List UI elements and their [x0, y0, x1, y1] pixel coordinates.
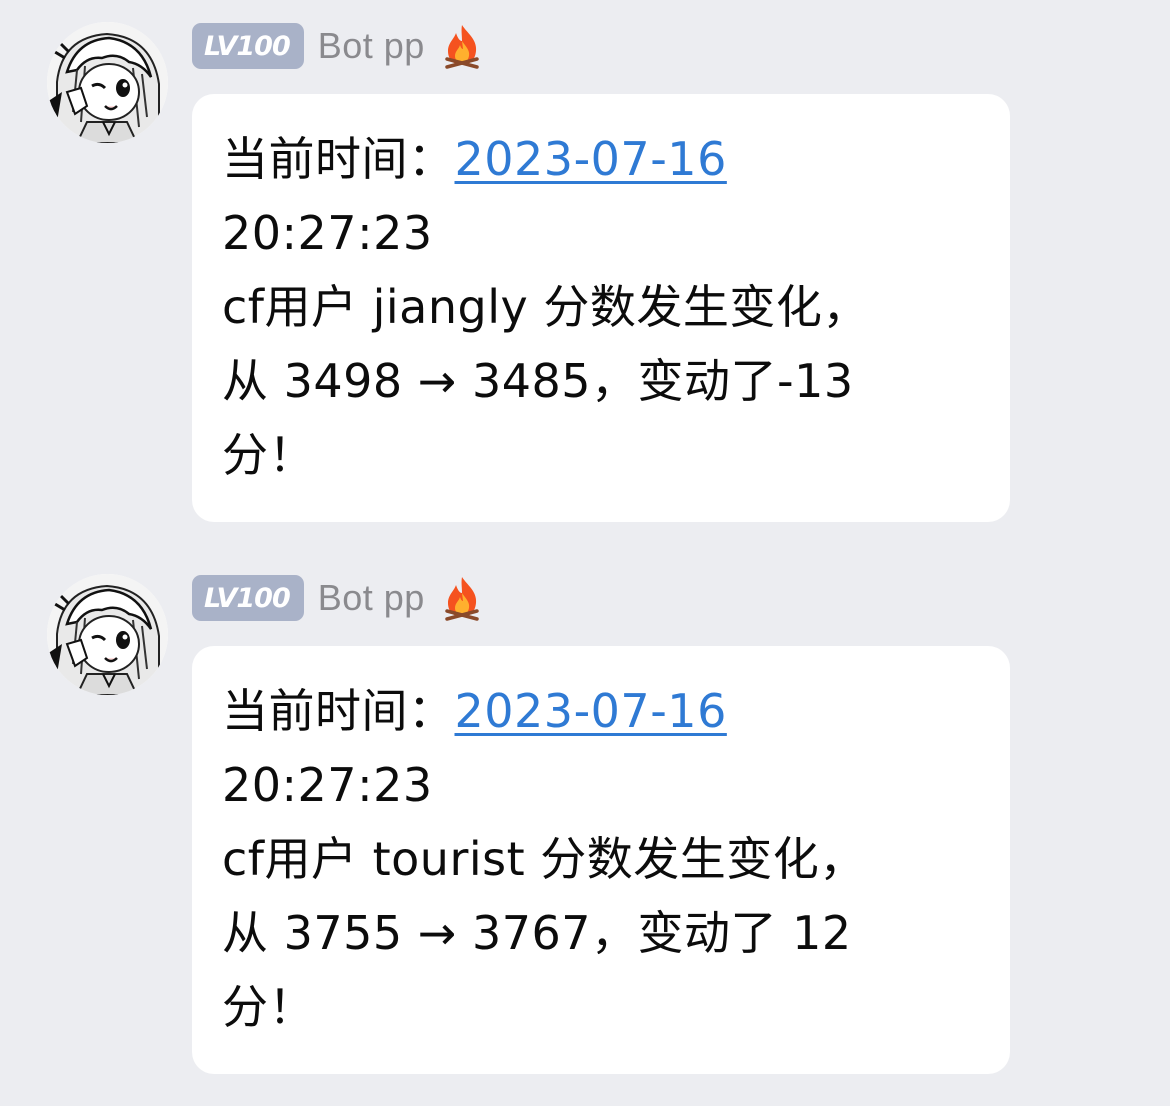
date-link[interactable]: 2023-07-16 — [455, 132, 727, 186]
time-label: 当前时间： — [222, 684, 455, 738]
anime-avatar-icon — [47, 22, 168, 143]
sender-name[interactable]: Bot pp — [318, 25, 425, 67]
level-badge: LV100 — [192, 23, 304, 69]
time-line: 当前时间：2023-07-16 — [222, 674, 980, 748]
time-value: 20:27:23 — [222, 758, 433, 812]
sender-name[interactable]: Bot pp — [318, 577, 425, 619]
anime-avatar-icon — [47, 574, 168, 695]
message-line-3: 分！ — [222, 980, 315, 1034]
date-link[interactable]: 2023-07-16 — [455, 684, 727, 738]
flame-icon — [443, 23, 481, 69]
message-line-1: cf用户 jiangly 分数发生变化， — [222, 280, 869, 334]
time-line: 当前时间：2023-07-16 — [222, 122, 980, 196]
message-text: 当前时间：2023-07-16 20:27:23 cf用户 jiangly 分数… — [222, 122, 980, 492]
avatar[interactable] — [47, 22, 168, 143]
message-line-1: cf用户 tourist 分数发生变化， — [222, 832, 866, 886]
time-value: 20:27:23 — [222, 206, 433, 260]
message-bubble[interactable]: 当前时间：2023-07-16 20:27:23 cf用户 tourist 分数… — [192, 646, 1010, 1074]
message-bubble[interactable]: 当前时间：2023-07-16 20:27:23 cf用户 jiangly 分数… — [192, 94, 1010, 522]
time-label: 当前时间： — [222, 132, 455, 186]
message-line-2: 从 3755 → 3767，变动了 12 — [222, 906, 852, 960]
message-line-2: 从 3498 → 3485，变动了-13 — [222, 354, 854, 408]
message-text: 当前时间：2023-07-16 20:27:23 cf用户 tourist 分数… — [222, 674, 980, 1044]
flame-icon — [443, 575, 481, 621]
sender-row: LV100 Bot pp — [192, 22, 481, 70]
message-line-3: 分！ — [222, 428, 315, 482]
sender-row: LV100 Bot pp — [192, 574, 481, 622]
avatar[interactable] — [47, 574, 168, 695]
level-badge: LV100 — [192, 575, 304, 621]
